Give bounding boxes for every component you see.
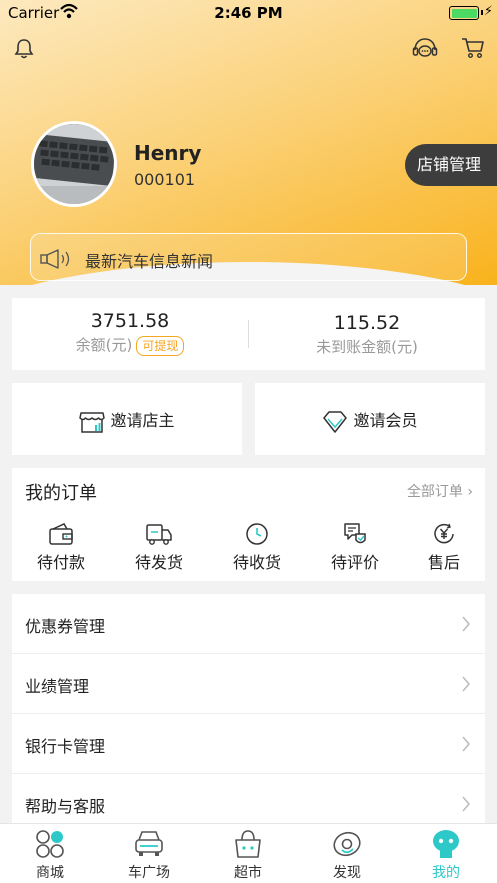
tab-car-square[interactable]: 车广场 xyxy=(109,828,189,882)
chevron-right-icon xyxy=(462,736,470,752)
tab-supermarket[interactable]: 超市 xyxy=(208,828,288,882)
invite-member-button[interactable]: 邀请会员 xyxy=(255,383,485,455)
pending-label: 未到账金额(元) xyxy=(316,338,418,356)
user-id: 000101 xyxy=(134,170,196,189)
clock-icon xyxy=(246,523,268,545)
pending-column[interactable]: 115.52 未到账金额(元) xyxy=(249,298,485,370)
menu-label: 业绩管理 xyxy=(25,677,90,696)
menu-label: 帮助与客服 xyxy=(25,797,106,816)
order-label: 待发货 xyxy=(134,553,183,572)
battery-tip xyxy=(481,10,483,15)
invite-member-label: 邀请会员 xyxy=(353,411,418,430)
order-label: 待收货 xyxy=(232,553,281,572)
menu-item-coupons[interactable]: 优惠券管理 xyxy=(12,594,485,654)
mall-icon xyxy=(36,830,64,858)
cart-icon[interactable] xyxy=(461,37,485,59)
charging-icon: ⚡ xyxy=(483,4,493,19)
chevron-right-icon xyxy=(462,676,470,692)
order-pending-payment[interactable]: 待付款 xyxy=(26,522,96,573)
chevron-right-icon xyxy=(462,616,470,632)
menu-label: 银行卡管理 xyxy=(25,737,106,756)
tab-label: 车广场 xyxy=(128,865,170,881)
username: Henry xyxy=(134,141,202,165)
order-pending-receipt[interactable]: 待收货 xyxy=(222,522,292,573)
megaphone-icon xyxy=(40,249,70,269)
order-pending-review[interactable]: 待评价 xyxy=(320,522,390,573)
tab-label: 我的 xyxy=(432,865,460,881)
car-icon xyxy=(135,831,163,856)
tab-label: 发现 xyxy=(333,865,361,881)
balance-label: 余额(元) 可提现 xyxy=(12,334,248,356)
tab-discover[interactable]: 发现 xyxy=(307,828,387,882)
order-pending-shipment[interactable]: 待发货 xyxy=(124,522,194,573)
shop-management-button[interactable]: 店铺管理 xyxy=(405,144,497,186)
tab-mine[interactable]: 我的 xyxy=(406,828,486,882)
menu-item-performance[interactable]: 业绩管理 xyxy=(12,654,485,714)
profile-icon xyxy=(433,830,459,858)
order-label: 待评价 xyxy=(330,553,379,572)
diamond-icon xyxy=(323,410,348,433)
order-label: 售后 xyxy=(427,553,460,572)
all-orders-link[interactable]: 全部订单 › xyxy=(407,481,473,501)
bell-icon[interactable] xyxy=(13,38,35,60)
discover-icon xyxy=(333,831,361,857)
tab-label: 超市 xyxy=(234,865,262,881)
balance-column[interactable]: 3751.58 余额(元) 可提现 xyxy=(12,298,248,370)
menu-label: 优惠券管理 xyxy=(25,617,106,636)
wallet-icon xyxy=(49,523,73,545)
order-after-sales[interactable]: 售后 xyxy=(409,522,479,573)
orders-card: 我的订单 全部订单 › 待付款 待发货 待收货 待评价 售后 xyxy=(12,468,485,581)
status-time: 2:46 PM xyxy=(214,4,283,22)
menu-list: 优惠券管理 业绩管理 银行卡管理 帮助与客服 xyxy=(12,594,485,826)
invite-shopkeeper-label: 邀请店主 xyxy=(110,411,175,430)
tab-mall[interactable]: 商城 xyxy=(10,828,90,882)
truck-icon xyxy=(146,524,172,545)
support-icon[interactable] xyxy=(412,37,438,61)
store-icon xyxy=(79,411,106,433)
status-bar: Carrier 2:46 PM ⚡ xyxy=(0,0,497,26)
news-text: 最新汽车信息新闻 xyxy=(85,252,214,271)
tab-bar: 商城 车广场 超市 发现 我的 xyxy=(0,823,497,883)
balance-card: 3751.58 余额(元) 可提现 115.52 未到账金额(元) xyxy=(12,298,485,370)
review-icon xyxy=(344,523,366,544)
basket-icon xyxy=(235,830,261,858)
news-bar[interactable]: 最新汽车信息新闻 xyxy=(30,233,467,281)
invite-shopkeeper-button[interactable]: 邀请店主 xyxy=(12,383,242,455)
tab-label: 商城 xyxy=(36,865,64,881)
chevron-right-icon xyxy=(462,796,470,812)
refund-icon xyxy=(434,523,454,544)
order-label: 待付款 xyxy=(36,553,85,572)
avatar-image xyxy=(34,124,114,204)
pending-amount: 115.52 xyxy=(333,312,401,334)
orders-title: 我的订单 xyxy=(25,483,97,504)
balance-amount: 3751.58 xyxy=(90,310,170,332)
withdraw-tag[interactable]: 可提现 xyxy=(136,336,185,356)
avatar[interactable] xyxy=(31,121,117,207)
battery-icon xyxy=(449,6,479,20)
menu-item-bank-cards[interactable]: 银行卡管理 xyxy=(12,714,485,774)
